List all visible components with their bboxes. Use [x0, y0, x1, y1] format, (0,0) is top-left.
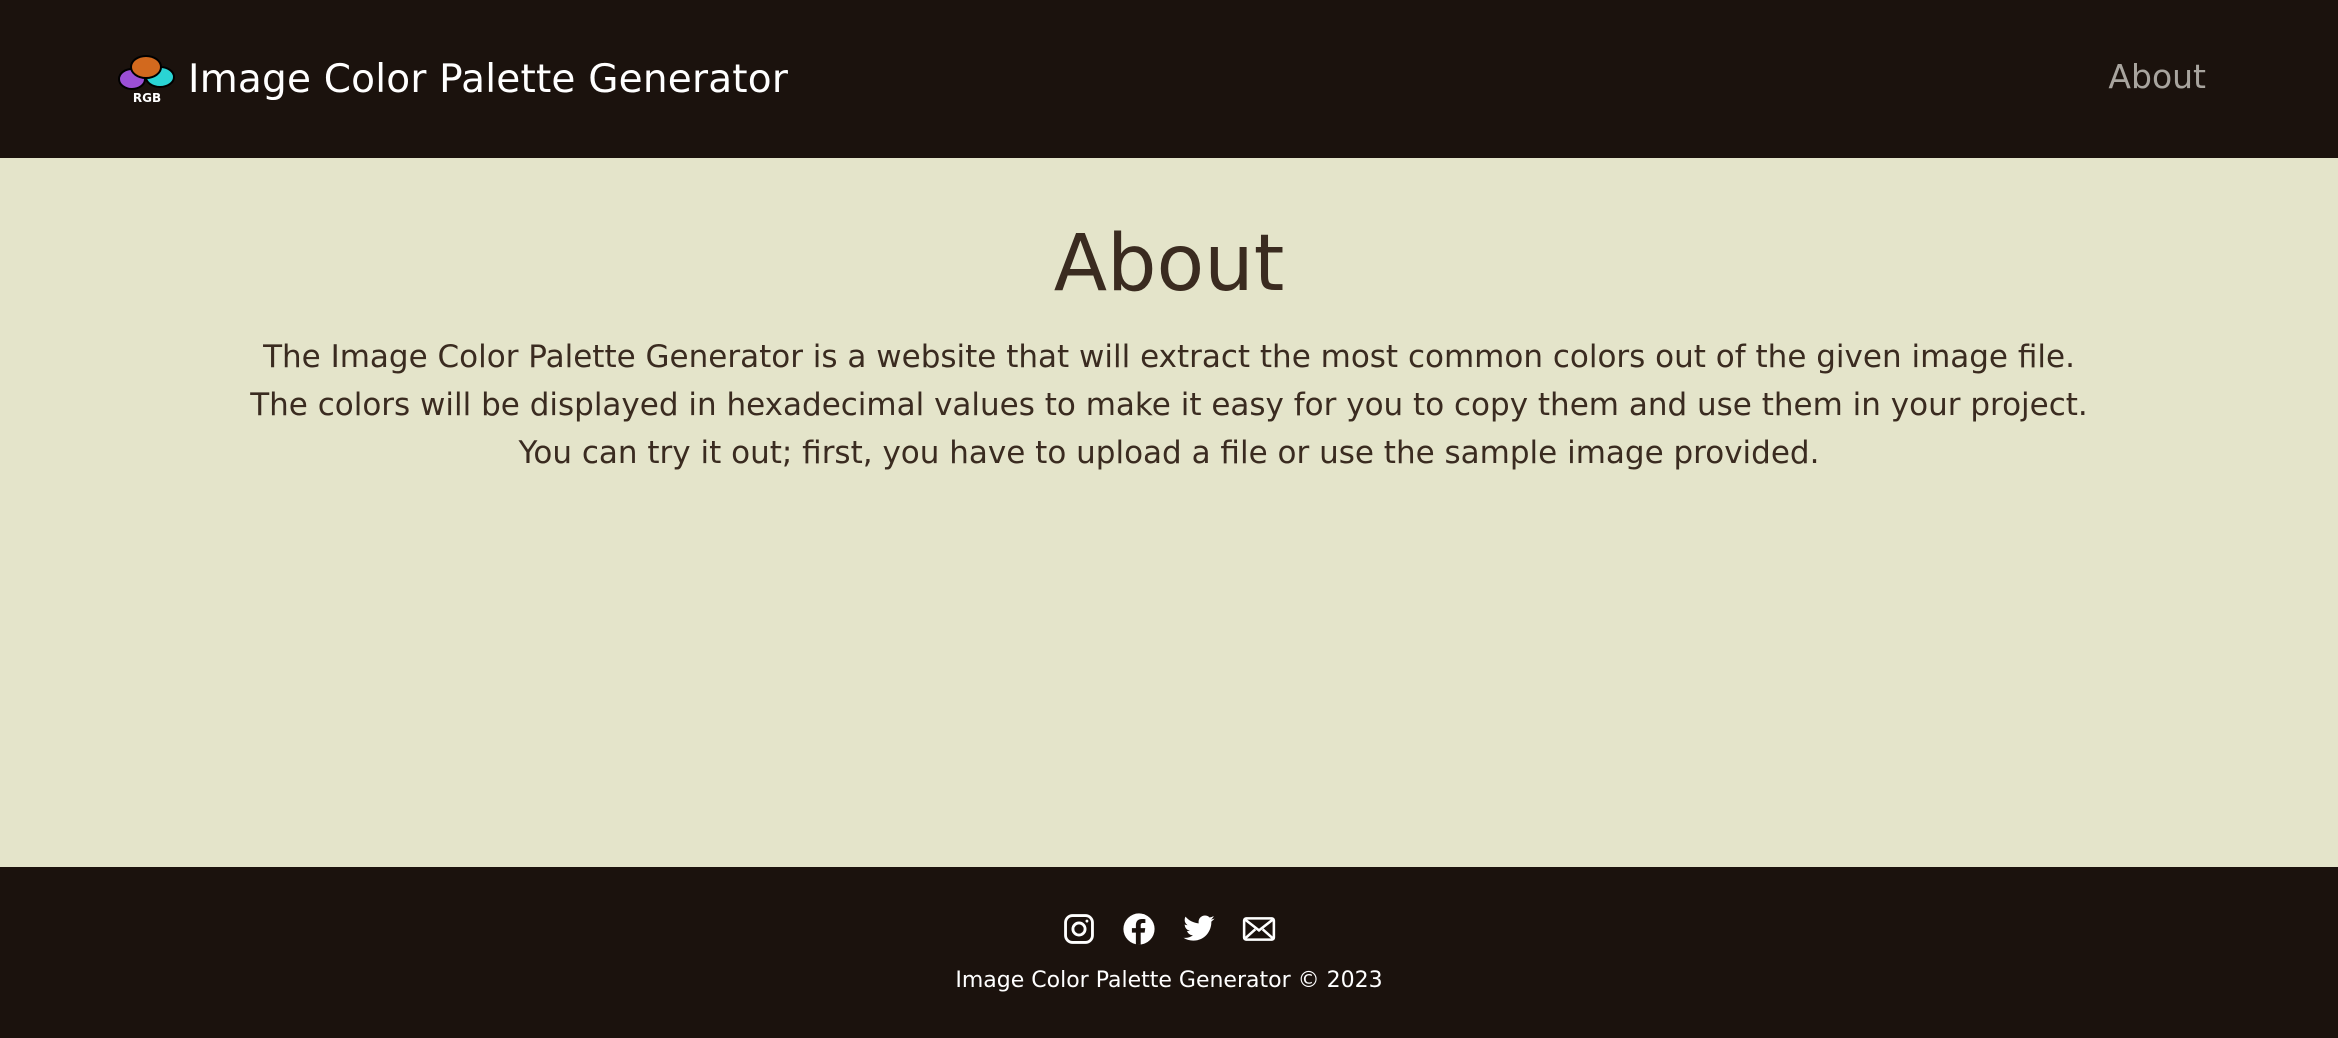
page-title: About [1053, 219, 1285, 309]
social-links [0, 912, 2338, 946]
rgb-logo-icon: RGB [118, 55, 175, 105]
mail-icon [1242, 917, 1276, 941]
description-line-2: The colors will be displayed in hexadeci… [250, 387, 2088, 423]
description-line-1: The Image Color Palette Generator is a w… [263, 339, 2075, 375]
about-section: About The Image Color Palette Generator … [0, 158, 2338, 867]
twitter-link[interactable] [1182, 912, 1216, 946]
navbar: RGB Image Color Palette Generator About [0, 0, 2338, 158]
instagram-link[interactable] [1062, 912, 1096, 946]
twitter-icon [1183, 915, 1215, 941]
nav-about-link[interactable]: About [2108, 57, 2206, 96]
facebook-link[interactable] [1122, 912, 1156, 946]
email-link[interactable] [1242, 912, 1276, 946]
about-description: The Image Color Palette Generator is a w… [0, 333, 2338, 477]
brand-home-link[interactable]: RGB Image Color Palette Generator [118, 52, 788, 106]
copyright-text: Image Color Palette Generator © 2023 [955, 968, 1383, 993]
description-line-3: You can try it out; first, you have to u… [518, 435, 1820, 471]
instagram-icon [1064, 914, 1094, 944]
facebook-icon [1123, 913, 1155, 945]
footer: Image Color Palette Generator © 2023 [0, 867, 2338, 1038]
logo-text: RGB [133, 91, 161, 105]
brand-title: Image Color Palette Generator [188, 56, 789, 102]
